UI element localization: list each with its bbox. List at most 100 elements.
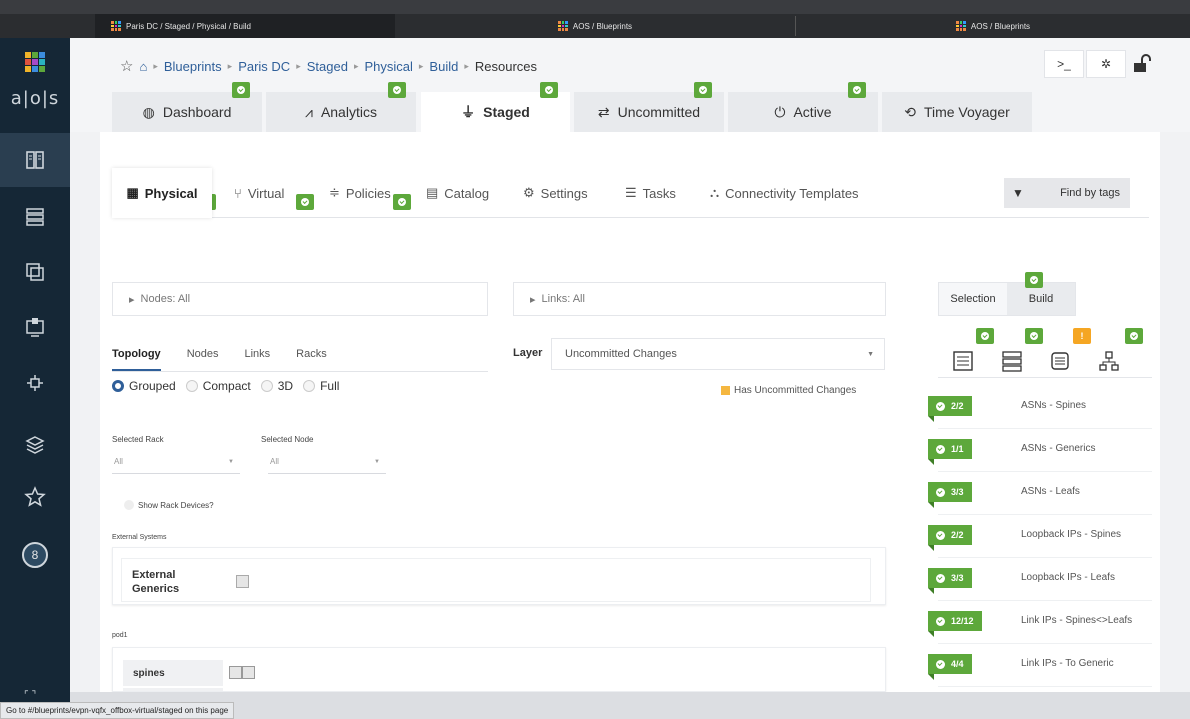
- breadcrumb-current: Resources: [474, 58, 538, 74]
- terminal-icon: >_: [1057, 57, 1071, 71]
- status-badge: [232, 82, 250, 98]
- resource-row[interactable]: 3/3 ASNs - Leafs: [928, 472, 1152, 515]
- expand-caret-icon: ▸: [530, 293, 536, 306]
- layer-select[interactable]: Uncommitted Changes ▼: [551, 338, 885, 370]
- resource-label: Link IPs - Spines<>Leafs: [1021, 615, 1133, 626]
- tab-links[interactable]: Links: [244, 342, 270, 371]
- resource-row[interactable]: 3/3 Loopback IPs - Leafs: [928, 558, 1152, 601]
- tab-racks[interactable]: Racks: [296, 342, 327, 371]
- browser-chrome: [0, 0, 1190, 14]
- rack-icon[interactable]: [1001, 350, 1023, 372]
- sidebar-item-layers[interactable]: [0, 418, 70, 472]
- power-icon: ⏻: [774, 103, 786, 120]
- resource-row[interactable]: 2/2 Loopback IPs - Spines: [928, 515, 1152, 558]
- status-badge: [540, 82, 558, 98]
- history-icon: ⟲: [904, 103, 916, 120]
- tab-topology[interactable]: Topology: [112, 342, 161, 371]
- browser-tab-3[interactable]: AOS / Blueprints: [796, 14, 1190, 38]
- breadcrumb-physical[interactable]: Physical: [364, 59, 412, 74]
- flask-icon: ⏚: [461, 104, 476, 120]
- home-icon[interactable]: ⌂: [139, 59, 147, 74]
- radio-icon: [260, 380, 273, 392]
- nodes-filter[interactable]: ▸ Nodes: All: [112, 282, 488, 316]
- show-rack-devices-toggle[interactable]: Show Rack Devices?: [124, 500, 214, 510]
- selected-node-select[interactable]: All ▼: [268, 450, 386, 474]
- breadcrumb: ☆ ⌂ ▸ Blueprints ▸ Paris DC ▸ Staged ▸ P…: [120, 57, 537, 75]
- subtab-tasks[interactable]: ☰ Tasks: [625, 168, 676, 218]
- debug-button[interactable]: ✲: [1086, 50, 1126, 78]
- radio-3d[interactable]: 3D: [260, 379, 294, 393]
- breadcrumb-paris-dc[interactable]: Paris DC: [238, 59, 290, 74]
- lock-button[interactable]: [1128, 50, 1156, 78]
- device-icon[interactable]: [1049, 350, 1071, 372]
- check-icon: [936, 573, 945, 583]
- tab-active[interactable]: ⏻ Active: [728, 92, 878, 132]
- sidebar-item-user[interactable]: 8: [0, 528, 70, 582]
- list-icon[interactable]: [952, 350, 974, 372]
- subtab-catalog[interactable]: ▤ Catalog: [426, 168, 489, 218]
- uncommitted-legend: Has Uncommitted Changes: [721, 385, 856, 396]
- sidebar-item-external-systems[interactable]: [0, 356, 70, 410]
- subtab-policies[interactable]: ≑ Policies: [329, 168, 391, 218]
- tab-label: Staged: [483, 104, 530, 120]
- resource-row[interactable]: 4/4 Link IPs - To Generic: [928, 644, 1152, 687]
- browser-tab-2[interactable]: AOS / Blueprints: [395, 14, 795, 38]
- external-systems-title: External Systems: [112, 534, 167, 541]
- browser-tab-1[interactable]: Paris DC / Staged / Physical / Build: [95, 14, 395, 38]
- sub-tabs: ▦ Physical ⑂ Virtual ≑ Policies ▤ Catalog ⚙ S…: [112, 168, 1149, 218]
- favorite-star-icon[interactable]: ☆: [120, 57, 133, 75]
- physical-icon: ▦: [126, 185, 139, 200]
- breadcrumb-blueprints[interactable]: Blueprints: [164, 59, 222, 74]
- find-by-tags-button[interactable]: ▼ Find by tags: [1004, 178, 1130, 208]
- tab-time-voyager[interactable]: ⟲ Time Voyager: [882, 92, 1032, 132]
- subtab-physical[interactable]: ▦ Physical: [112, 168, 212, 218]
- resource-count-badge: 2/2: [928, 525, 972, 551]
- tab-dashboard[interactable]: ◍ Dashboard: [112, 92, 262, 132]
- browser-status-url: Go to #/blueprints/evpn-vqfx_offbox-virt…: [0, 702, 235, 719]
- radio-compact[interactable]: Compact: [185, 379, 251, 393]
- logo-text: a|o|s: [10, 88, 60, 109]
- tab-label: Analytics: [320, 104, 377, 120]
- breadcrumb-build[interactable]: Build: [429, 59, 458, 74]
- breadcrumb-staged[interactable]: Staged: [307, 59, 348, 74]
- sidebar-item-resources[interactable]: [0, 300, 70, 354]
- spine-node[interactable]: [242, 666, 255, 679]
- resource-row[interactable]: 1/1 ASNs - Generics: [928, 429, 1152, 472]
- breadcrumb-separator: ▸: [464, 60, 469, 71]
- topology-icon[interactable]: [1098, 350, 1120, 372]
- radio-full[interactable]: Full: [303, 379, 339, 393]
- resource-label: ASNs - Generics: [1021, 443, 1096, 454]
- radio-label: 3D: [277, 379, 294, 393]
- tab-analytics[interactable]: ⩘ Analytics: [266, 92, 416, 132]
- spine-node[interactable]: [229, 666, 242, 679]
- sidebar-item-devices[interactable]: [0, 190, 70, 244]
- selected-rack-select[interactable]: All ▼: [112, 450, 240, 474]
- check-icon: [936, 487, 945, 497]
- resource-count-badge: 12/12: [928, 611, 982, 637]
- tab-nodes[interactable]: Nodes: [187, 342, 219, 371]
- sidebar-item-favorites[interactable]: [0, 470, 70, 524]
- selection-tab[interactable]: Selection: [939, 293, 1007, 305]
- check-icon: [936, 616, 945, 626]
- status-badge: [1025, 272, 1043, 288]
- links-filter[interactable]: ▸ Links: All: [513, 282, 886, 316]
- sidebar-item-blueprints[interactable]: [0, 133, 70, 187]
- status-badge: [1125, 328, 1143, 344]
- tab-staged[interactable]: ⏚ Staged: [421, 92, 570, 132]
- tab-uncommitted[interactable]: ⇄ Uncommitted: [574, 92, 724, 132]
- resource-row[interactable]: 12/12 Link IPs - Spines<>Leafs: [928, 601, 1152, 644]
- cli-button[interactable]: >_: [1044, 50, 1084, 78]
- check-icon: [936, 659, 945, 669]
- legend-swatch: [721, 386, 730, 395]
- resource-row[interactable]: 2/2 ASNs - Spines: [928, 386, 1152, 429]
- check-icon: [936, 444, 945, 454]
- subtab-settings[interactable]: ⚙ Settings: [523, 168, 588, 218]
- layer-value: Uncommitted Changes: [565, 348, 677, 360]
- generic-node[interactable]: [236, 575, 249, 588]
- expand-sidebar-icon[interactable]: ⌜ ⌝: [24, 690, 36, 701]
- browser-tab-title: AOS / Blueprints: [970, 21, 1031, 31]
- subtab-connectivity-templates[interactable]: ⛬ Connectivity Templates: [710, 168, 859, 218]
- radio-grouped[interactable]: Grouped: [112, 379, 176, 393]
- sidebar-item-design[interactable]: [0, 245, 70, 299]
- subtab-virtual[interactable]: ⑂ Virtual: [234, 168, 284, 218]
